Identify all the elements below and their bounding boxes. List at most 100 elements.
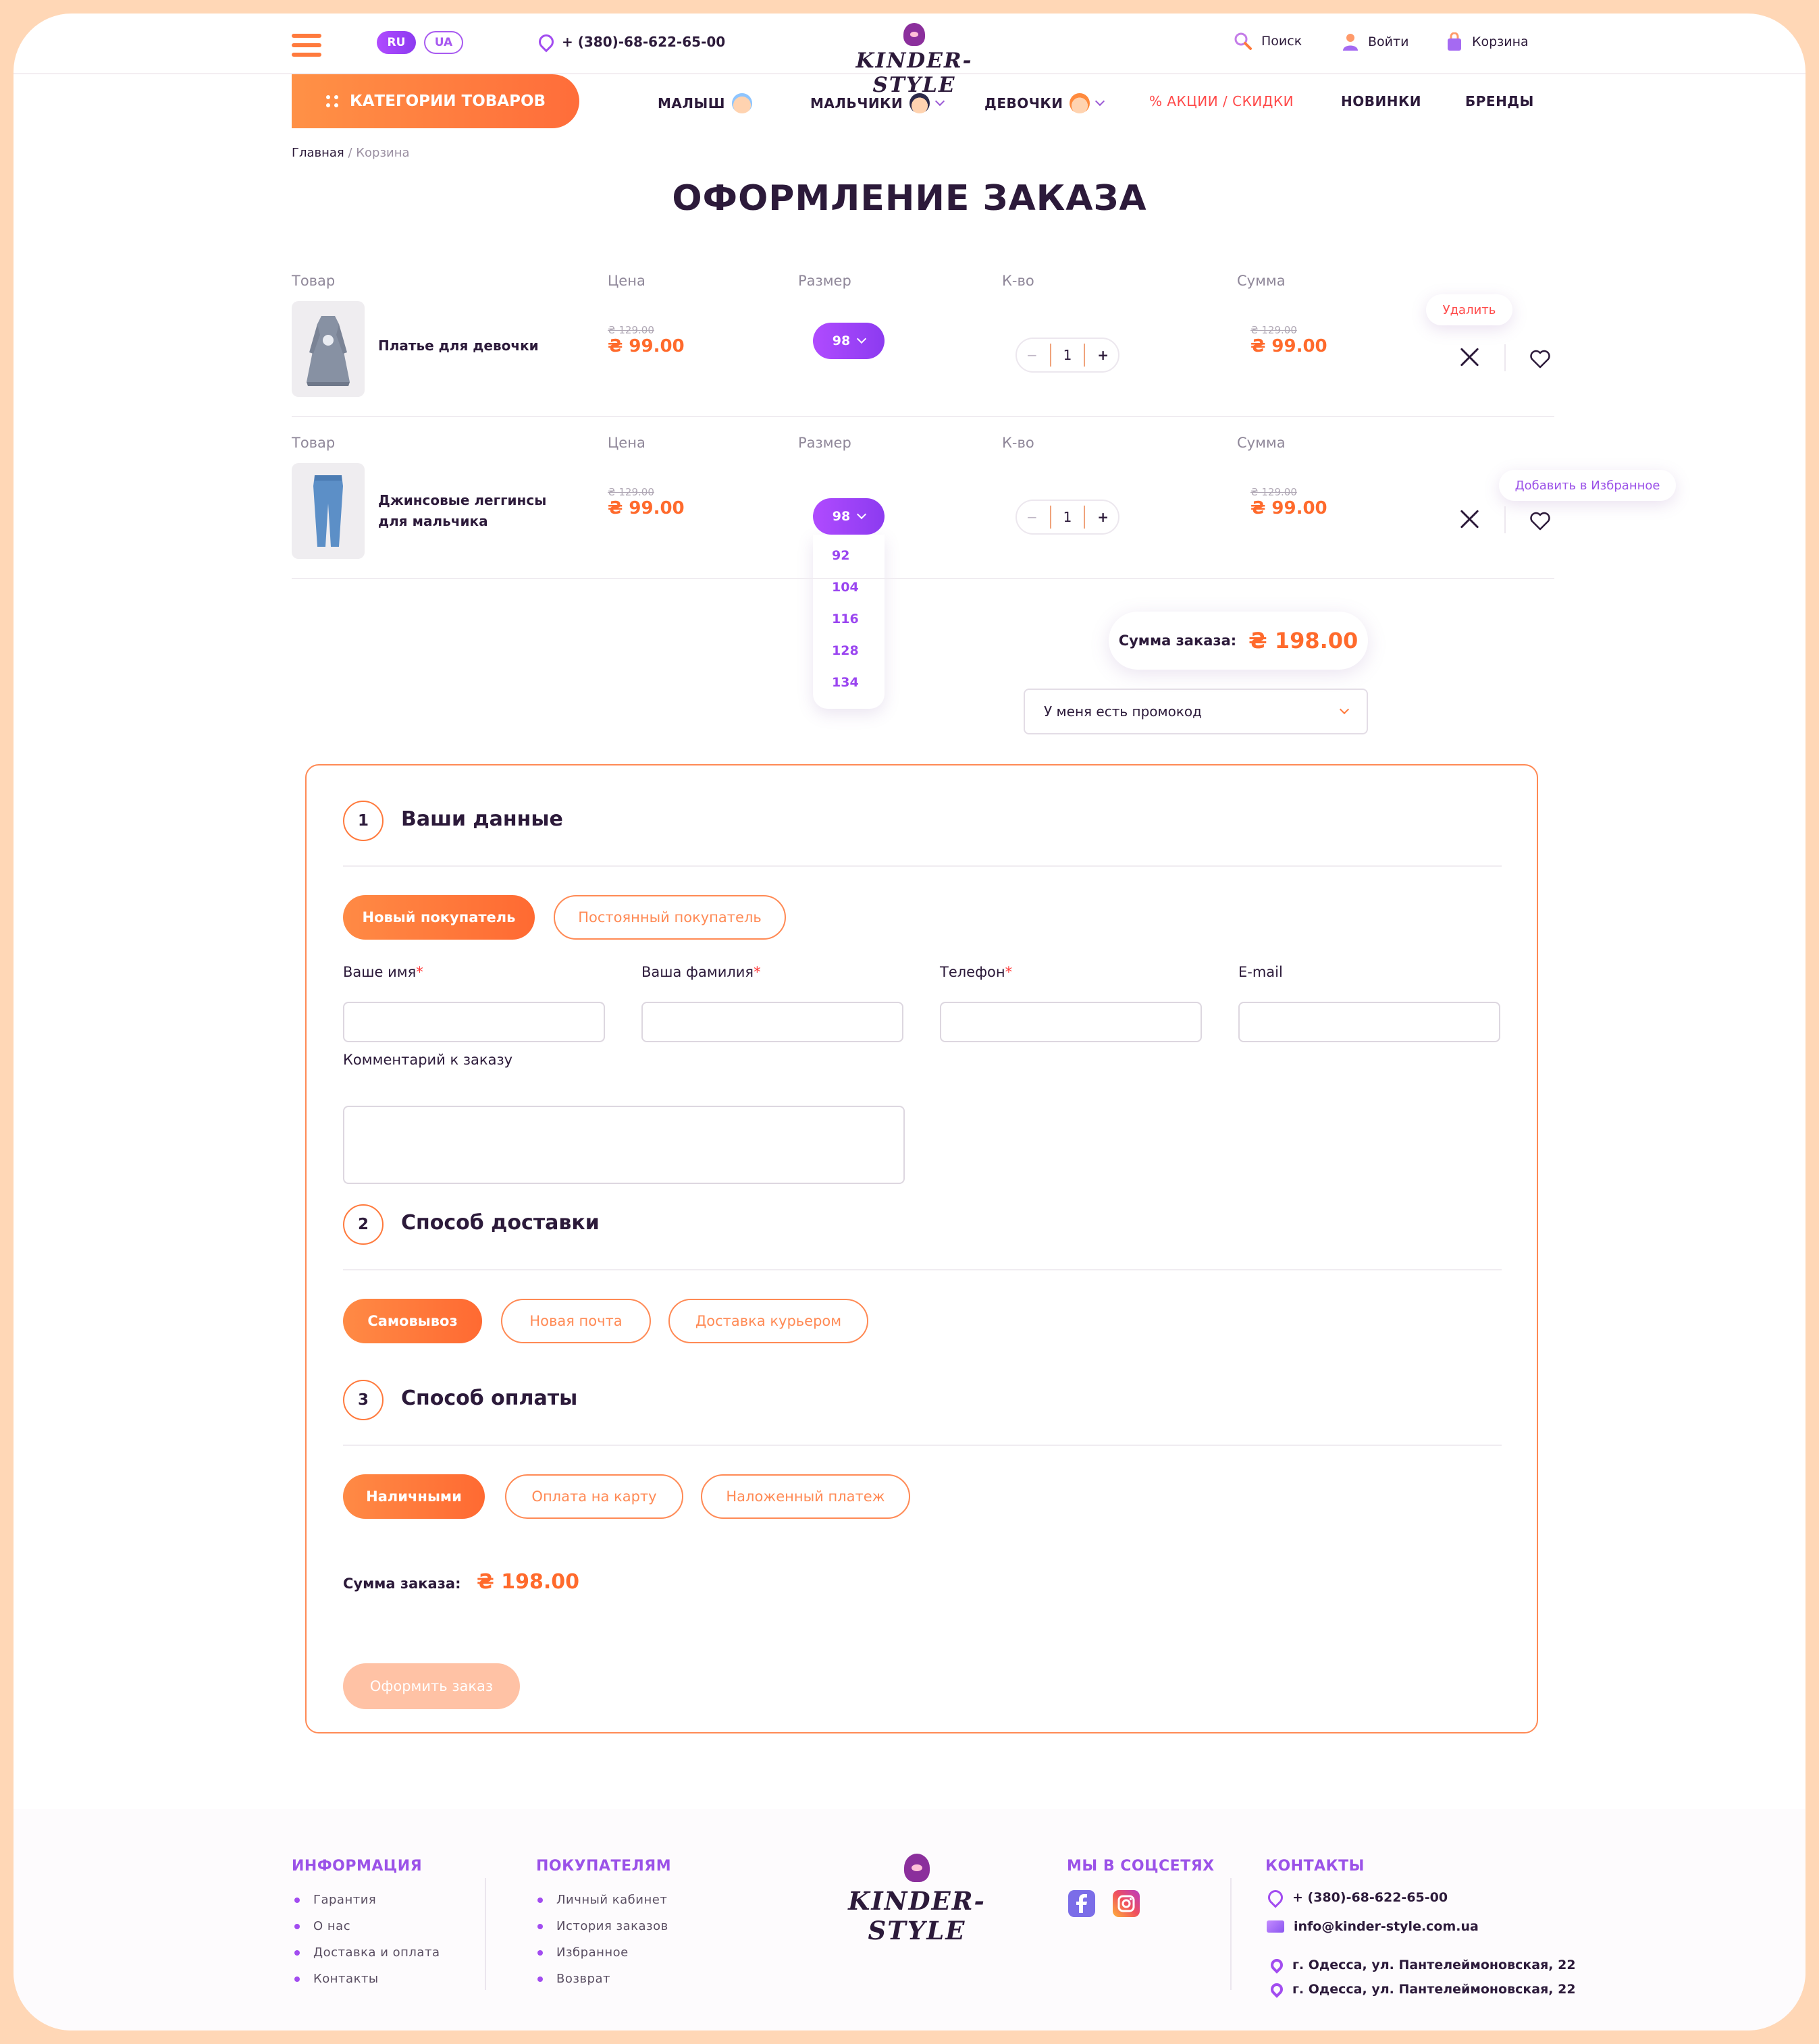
size-option[interactable]: 92	[832, 548, 849, 563]
nav-boys-label: МАЛЬЧИКИ	[810, 95, 903, 111]
remove-item-icon[interactable]	[1460, 347, 1480, 367]
email-field[interactable]	[1238, 1002, 1500, 1042]
login-link[interactable]: Войти	[1342, 32, 1408, 51]
facebook-icon[interactable]	[1068, 1890, 1095, 1917]
categories-button[interactable]: КАТЕГОРИИ ТОВАРОВ	[292, 74, 579, 128]
footer-link[interactable]: Контакты	[294, 1972, 379, 1986]
nav-sales[interactable]: % АКЦИИ / СКИДКИ	[1149, 93, 1294, 109]
favorite-heart-icon[interactable]	[1530, 350, 1550, 369]
nova-poshta-button[interactable]: Новая почта	[501, 1299, 651, 1343]
size-option[interactable]: 134	[832, 675, 859, 690]
nav-brands-label: БРЕНДЫ	[1465, 93, 1534, 109]
product-name-line2: для мальчика	[378, 513, 488, 529]
nav-new[interactable]: НОВИНКИ	[1341, 93, 1421, 109]
qty-value[interactable]: 1	[1063, 347, 1072, 363]
cart-label: Корзина	[1472, 34, 1529, 49]
footer-email[interactable]: info@kinder-style.com.ua	[1267, 1919, 1479, 1934]
instagram-icon[interactable]	[1113, 1890, 1140, 1917]
last-name-field[interactable]	[641, 1002, 903, 1042]
product-name[interactable]: Платье для девочки	[378, 335, 539, 356]
comment-field[interactable]	[343, 1106, 905, 1184]
size-option[interactable]: 128	[832, 643, 859, 658]
old-price: ₴ 129.00	[608, 324, 654, 336]
old-sum: ₴ 129.00	[1250, 324, 1297, 336]
nav-new-label: НОВИНКИ	[1341, 93, 1422, 109]
menu-icon[interactable]	[292, 34, 321, 57]
promo-code-select[interactable]: У меня есть промокод	[1024, 689, 1368, 734]
footer-phone[interactable]: + (380)-68-622-65-00	[1265, 1887, 1448, 1908]
step-title: Способ оплаты	[401, 1387, 578, 1410]
product-name[interactable]: Джинсовые леггинсы для мальчика	[378, 490, 546, 532]
product-image-leggings[interactable]	[292, 463, 365, 559]
footer-address: г. Одесса, ул. Пантелеймоновская, 22	[1268, 1981, 1576, 1998]
chevron-down-icon	[857, 509, 867, 520]
lang-ru-button[interactable]: RU	[377, 31, 416, 54]
footer-logo[interactable]: KINDER-STYLE	[816, 1854, 1018, 1945]
footer-link[interactable]: Доставка и оплата	[294, 1945, 440, 1960]
qty-plus-button[interactable]: +	[1097, 347, 1109, 363]
pickup-button[interactable]: Самовывоз	[343, 1299, 482, 1343]
size-option[interactable]: 116	[832, 612, 859, 626]
footer-link[interactable]: О нас	[294, 1919, 350, 1933]
remove-item-icon[interactable]	[1460, 509, 1480, 529]
phone-label: Телефон*	[940, 964, 1012, 980]
logo-mascot-icon	[903, 23, 925, 46]
quantity-stepper[interactable]: − 1 +	[1016, 500, 1119, 535]
submit-order-button[interactable]: Оформить заказ	[343, 1663, 520, 1709]
nav-baby[interactable]: МАЛЫШ	[658, 93, 752, 113]
footer-logo-text: KINDER-STYLE	[848, 1886, 986, 1945]
new-buyer-button[interactable]: Новый покупатель	[343, 895, 535, 940]
col-qty: К-во	[1002, 273, 1034, 289]
old-price: ₴ 129.00	[608, 486, 654, 498]
bullet-icon	[537, 1923, 543, 1929]
cash-button[interactable]: Наличными	[343, 1474, 485, 1519]
phone-field[interactable]	[940, 1002, 1202, 1042]
footer-address-text: г. Одесса, ул. Пантелеймоновская, 22	[1292, 1982, 1576, 1997]
first-name-label: Ваше имя*	[343, 964, 423, 980]
favorite-heart-icon[interactable]	[1530, 512, 1550, 531]
qty-minus-button[interactable]: −	[1026, 509, 1038, 525]
email-text: E-mail	[1238, 964, 1283, 980]
card-payment-button[interactable]: Оплата на карту	[505, 1474, 683, 1519]
lang-ua-button[interactable]: UA	[424, 31, 463, 54]
size-select[interactable]: 98	[813, 323, 885, 359]
cart-link[interactable]: Корзина	[1446, 32, 1529, 51]
nav-brands[interactable]: БРЕНДЫ	[1465, 93, 1534, 109]
cod-button[interactable]: Наложенный платеж	[701, 1474, 910, 1519]
chevron-down-icon	[857, 333, 867, 344]
breadcrumb-home[interactable]: Главная	[292, 146, 344, 160]
courier-button[interactable]: Доставка курьером	[668, 1299, 868, 1343]
nav-girls[interactable]: ДЕВОЧКИ	[984, 93, 1105, 113]
footer-link[interactable]: Избранное	[537, 1945, 629, 1960]
regular-buyer-button[interactable]: Постоянный покупатель	[554, 895, 786, 940]
phone-icon	[1265, 1887, 1286, 1908]
chevron-down-icon	[1095, 96, 1105, 107]
footer-link[interactable]: Личный кабинет	[537, 1893, 667, 1907]
search-link[interactable]: Поиск	[1234, 32, 1302, 50]
header-phone[interactable]: + (380)-68-622-65-00	[535, 31, 725, 53]
bullet-icon	[537, 1976, 543, 1982]
step-title: Ваши данные	[401, 807, 563, 831]
size-select[interactable]: 98	[813, 498, 885, 535]
required-mark: *	[1005, 964, 1013, 980]
first-name-field[interactable]	[343, 1002, 605, 1042]
email-label: E-mail	[1238, 964, 1283, 980]
nav-girls-label: ДЕВОЧКИ	[984, 95, 1063, 111]
footer-link[interactable]: Возврат	[537, 1972, 610, 1986]
product-image-dress[interactable]	[292, 301, 365, 397]
footer: ИНФОРМАЦИЯ Гарантия О нас Доставка и опл…	[14, 1809, 1805, 2030]
size-option[interactable]: 104	[832, 580, 859, 595]
size-value: 98	[832, 509, 851, 524]
quantity-stepper[interactable]: − 1 +	[1016, 338, 1119, 373]
qty-minus-button[interactable]: −	[1026, 347, 1038, 363]
step-number: 3	[343, 1380, 384, 1420]
qty-value[interactable]: 1	[1063, 509, 1072, 525]
qty-plus-button[interactable]: +	[1097, 509, 1109, 525]
footer-link[interactable]: Гарантия	[294, 1893, 376, 1907]
footer-divider	[1230, 1878, 1232, 1990]
footer-link[interactable]: История заказов	[537, 1919, 668, 1933]
nav-boys[interactable]: МАЛЬЧИКИ	[810, 93, 945, 113]
header-logo[interactable]: KINDER-STYLE	[833, 23, 995, 97]
row-divider	[292, 416, 1554, 417]
total-value: ₴ 198.00	[477, 1570, 579, 1594]
